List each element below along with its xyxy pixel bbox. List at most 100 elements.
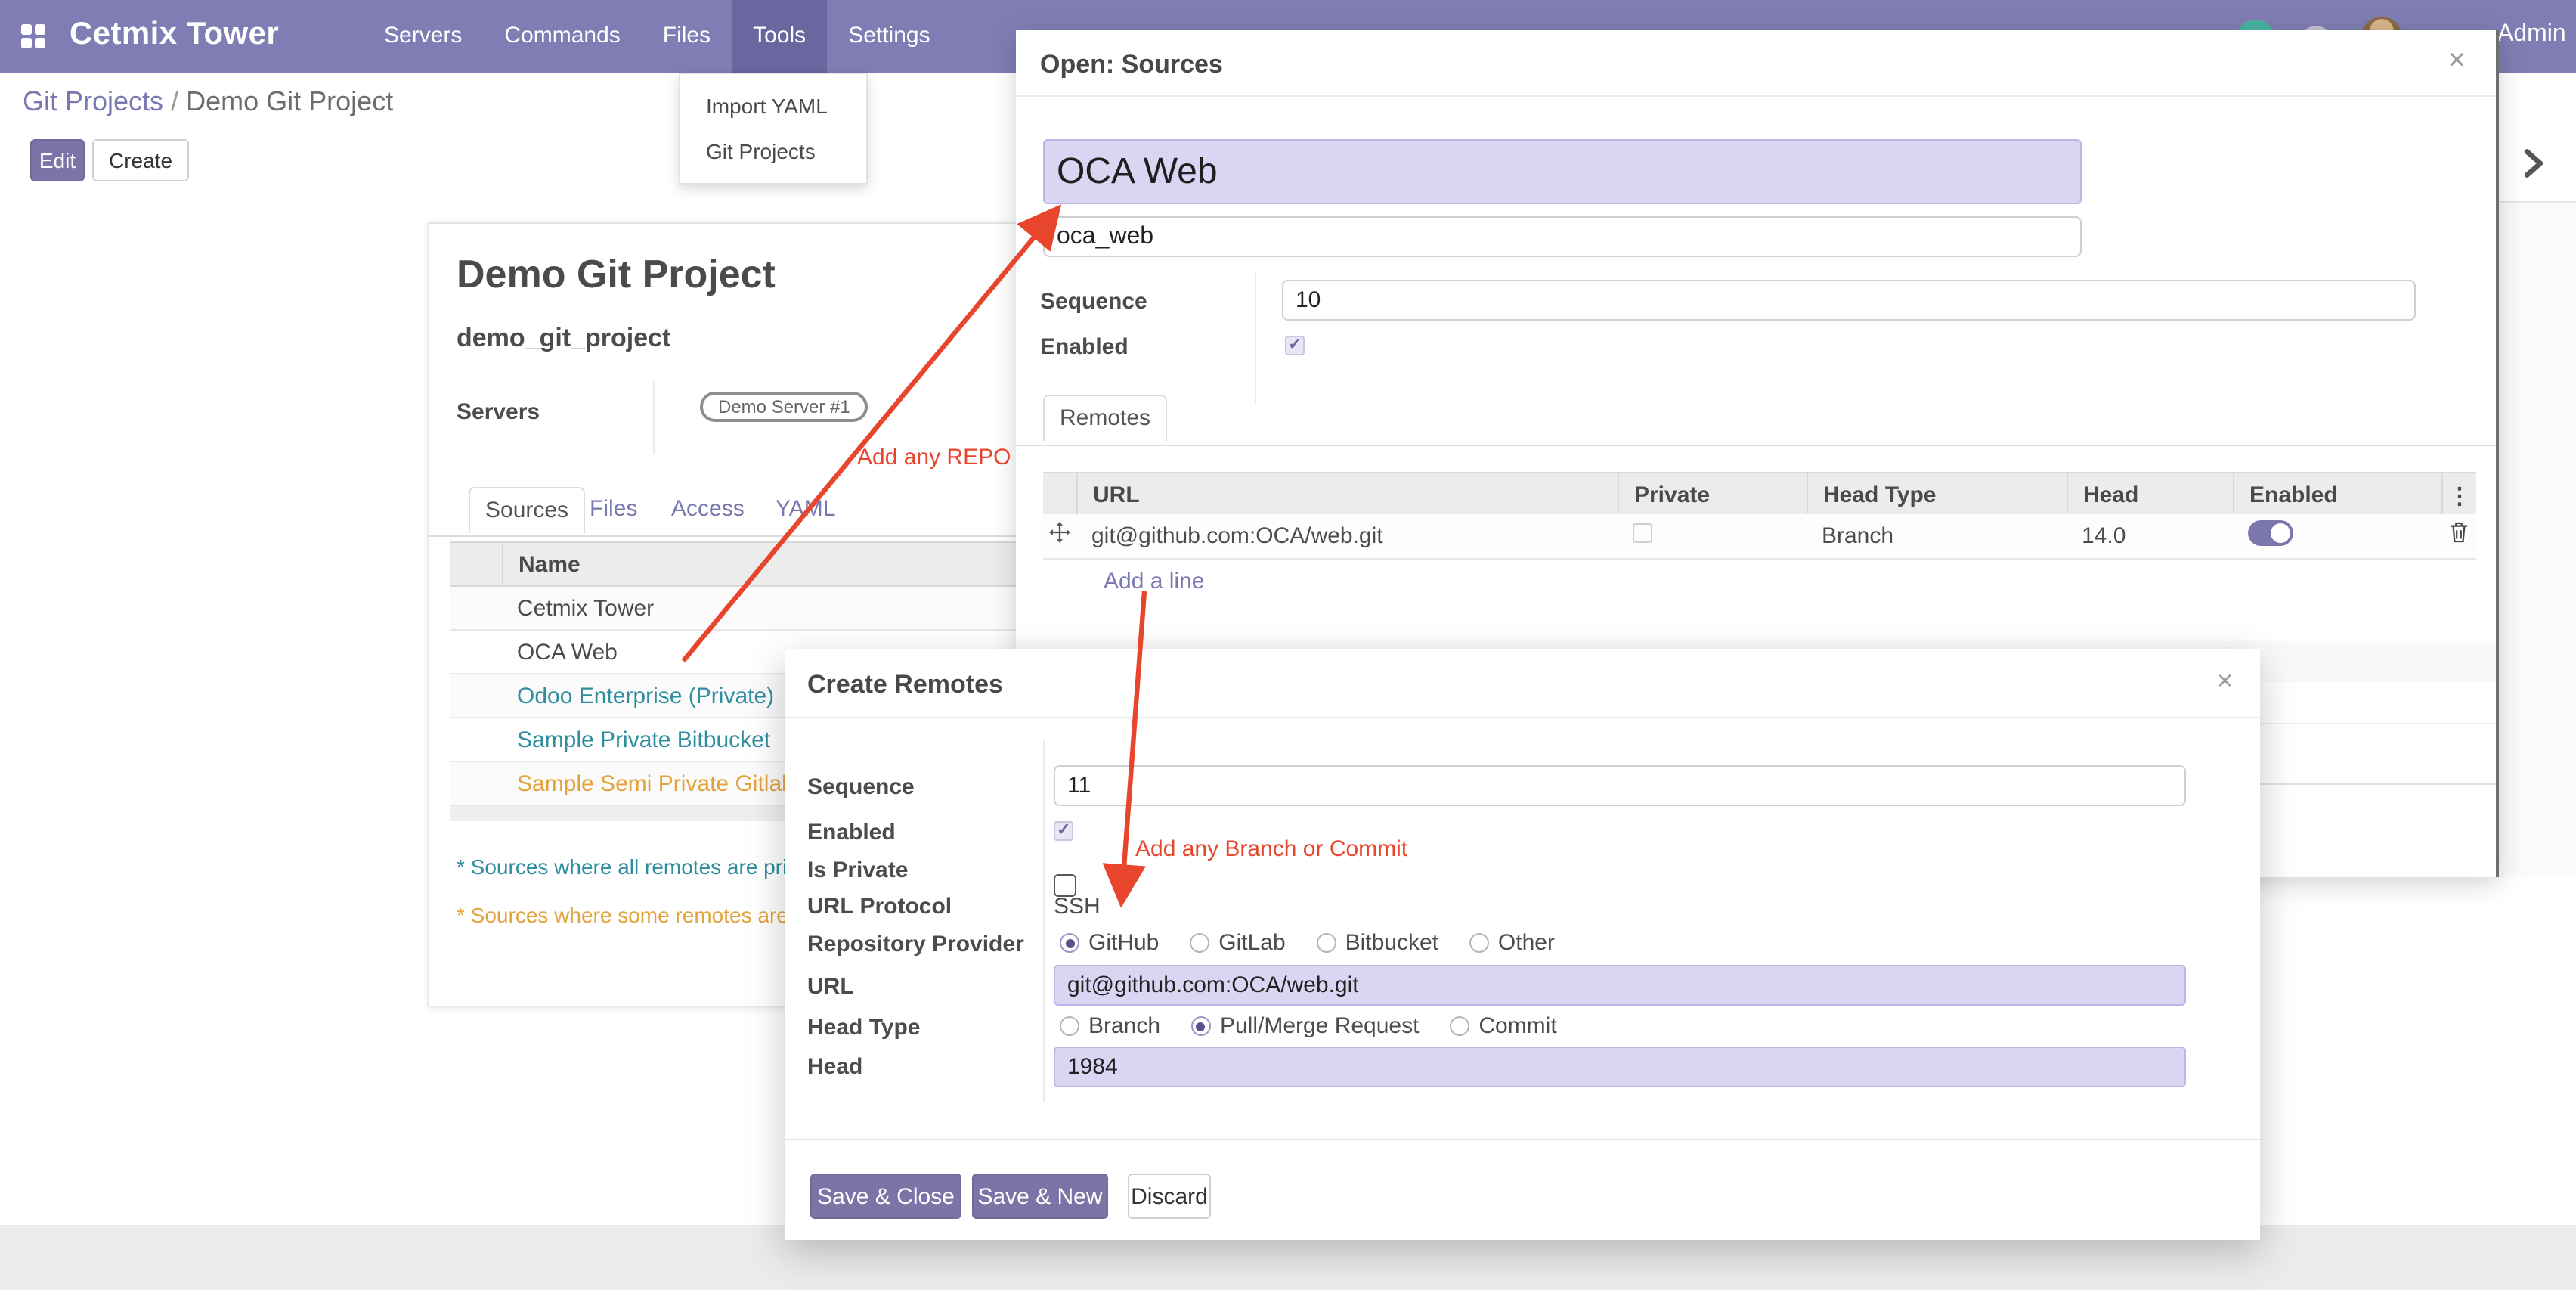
drag-column	[1043, 473, 1076, 516]
save-close-button[interactable]: Save & Close	[810, 1174, 961, 1219]
radio-commit-label[interactable]: Commit	[1478, 1013, 1556, 1039]
user-name[interactable]: Admin	[2497, 21, 2566, 48]
sequence-value: 10	[1283, 287, 1321, 313]
enabled-checkbox[interactable]	[1285, 336, 1305, 355]
radio-bitbucket[interactable]	[1317, 933, 1336, 953]
enabled-label: Enabled	[807, 820, 896, 845]
enabled-checkbox[interactable]	[1054, 821, 1073, 841]
discard-button[interactable]: Discard	[1128, 1174, 1211, 1219]
sequence-input[interactable]: 10	[1282, 280, 2416, 321]
head-column-header[interactable]: Head	[2067, 473, 2233, 516]
menu-servers[interactable]: Servers	[363, 0, 483, 73]
is-private-label: Is Private	[807, 857, 908, 883]
head-cell[interactable]: 14.0	[2067, 523, 2233, 549]
radio-commit[interactable]	[1450, 1016, 1469, 1036]
footnote-private: * Sources where all remotes are pri	[457, 854, 787, 879]
menu-files[interactable]: Files	[642, 0, 732, 73]
source-name-input[interactable]: OCA Web	[1043, 139, 2082, 204]
add-a-line-link[interactable]: Add a line	[1104, 569, 1204, 594]
pager-next-button[interactable]	[2523, 148, 2544, 186]
source-name[interactable]: Odoo Enterprise (Private)	[450, 683, 774, 709]
menu-settings[interactable]: Settings	[827, 0, 951, 73]
enabled-toggle[interactable]	[2248, 519, 2293, 545]
sequence-value: 11	[1055, 773, 1091, 798]
right-panel-lower	[2496, 203, 2576, 877]
modal-header-divider	[785, 717, 2260, 718]
radio-branch-label[interactable]: Branch	[1088, 1013, 1160, 1039]
menu-item-import-yaml[interactable]: Import YAML	[680, 83, 866, 129]
create-remotes-modal: Create Remotes × Sequence 11 Enabled Is …	[785, 649, 2260, 1240]
url-protocol-value[interactable]: SSH	[1054, 894, 1101, 919]
repository-provider-label: Repository Provider	[807, 932, 1024, 957]
brand-title[interactable]: Cetmix Tower	[70, 17, 279, 53]
apps-menu-icon[interactable]	[21, 24, 45, 48]
server-tag[interactable]: Demo Server #1	[700, 392, 868, 422]
sequence-label: Sequence	[807, 774, 915, 800]
source-name[interactable]: Sample Private Bitbucket	[450, 727, 770, 752]
edit-button[interactable]: Edit	[30, 139, 85, 181]
kebab-icon[interactable]: ⋮	[2441, 473, 2476, 516]
radio-pull-merge-request-label[interactable]: Pull/Merge Request	[1220, 1013, 1419, 1039]
right-panel	[2496, 30, 2576, 877]
head-type-column-header[interactable]: Head Type	[1807, 473, 2067, 516]
remotes-tabbar-underline	[1016, 443, 2496, 446]
sequence-label: Sequence	[1040, 289, 1147, 315]
radio-gitlab-label[interactable]: GitLab	[1218, 930, 1285, 956]
menu-commands[interactable]: Commands	[483, 0, 641, 73]
url-label: URL	[807, 974, 854, 1000]
empty-row	[1016, 600, 2496, 643]
tab-remotes[interactable]: Remotes	[1043, 395, 1167, 442]
save-new-button[interactable]: Save & New	[972, 1174, 1108, 1219]
source-name-value: OCA Web	[1045, 150, 1218, 193]
breadcrumb: Git Projects / Demo Git Project	[23, 86, 393, 118]
head-type-cell[interactable]: Branch	[1807, 523, 2067, 549]
breadcrumb-parent[interactable]: Git Projects	[23, 86, 163, 116]
url-column-header[interactable]: URL	[1076, 473, 1618, 516]
head-input[interactable]: 1984	[1054, 1047, 2186, 1087]
source-code-input[interactable]: oca_web	[1043, 216, 2082, 257]
url-input[interactable]: git@github.com:OCA/web.git	[1054, 965, 2186, 1006]
radio-branch[interactable]	[1060, 1016, 1079, 1036]
head-value: 1984	[1055, 1054, 1118, 1080]
remotes-table-header: URL Private Head Type Head Enabled ⋮	[1043, 472, 2476, 517]
head-label: Head	[807, 1054, 862, 1080]
field-separator	[1043, 740, 1045, 1102]
project-title: Demo Git Project	[457, 251, 776, 298]
create-button[interactable]: Create	[92, 139, 189, 181]
enabled-cell	[2233, 519, 2441, 553]
main-menu: Servers Commands Files Tools Settings	[363, 0, 952, 73]
close-icon[interactable]: ×	[2448, 45, 2466, 76]
radio-pull-merge-request[interactable]	[1191, 1016, 1211, 1036]
remote-url-cell[interactable]: git@github.com:OCA/web.git	[1076, 523, 1618, 549]
close-icon[interactable]: ×	[2217, 665, 2233, 696]
radio-github-label[interactable]: GitHub	[1088, 930, 1159, 956]
url-protocol-label: URL Protocol	[807, 894, 952, 919]
name-column-header[interactable]: Name	[503, 551, 581, 577]
radio-github[interactable]	[1060, 933, 1079, 953]
tab-yaml[interactable]: YAML	[760, 487, 850, 531]
tab-sources[interactable]: Sources	[469, 487, 585, 534]
tab-access[interactable]: Access	[656, 487, 760, 531]
sequence-input[interactable]: 11	[1054, 765, 2186, 806]
menu-item-git-projects[interactable]: Git Projects	[680, 129, 866, 174]
menu-tools[interactable]: Tools	[732, 0, 827, 73]
delete-remote-button[interactable]	[2441, 522, 2476, 550]
drag-handle-icon[interactable]	[1043, 522, 1076, 550]
private-column-header[interactable]: Private	[1618, 473, 1807, 516]
enabled-column-header[interactable]: Enabled	[2233, 473, 2441, 516]
radio-other-label[interactable]: Other	[1498, 930, 1555, 956]
private-checkbox[interactable]	[1633, 523, 1652, 542]
source-name[interactable]: Cetmix Tower	[450, 595, 654, 621]
source-name[interactable]: OCA Web	[450, 639, 618, 665]
source-row[interactable]: Cetmix Tower	[450, 587, 1023, 631]
url-value: git@github.com:OCA/web.git	[1055, 972, 1359, 998]
source-name[interactable]: Sample Semi Private Gitlab	[450, 771, 794, 796]
source-code-value: oca_web	[1045, 223, 1153, 250]
remote-row[interactable]: git@github.com:OCA/web.git Branch 14.0	[1043, 514, 2476, 560]
radio-bitbucket-label[interactable]: Bitbucket	[1345, 930, 1438, 956]
tab-files[interactable]: Files	[574, 487, 652, 531]
private-cell	[1618, 523, 1807, 550]
radio-gitlab[interactable]	[1190, 933, 1209, 953]
footnote-semi-private: * Sources where some remotes are	[457, 903, 788, 927]
radio-other[interactable]	[1469, 933, 1489, 953]
